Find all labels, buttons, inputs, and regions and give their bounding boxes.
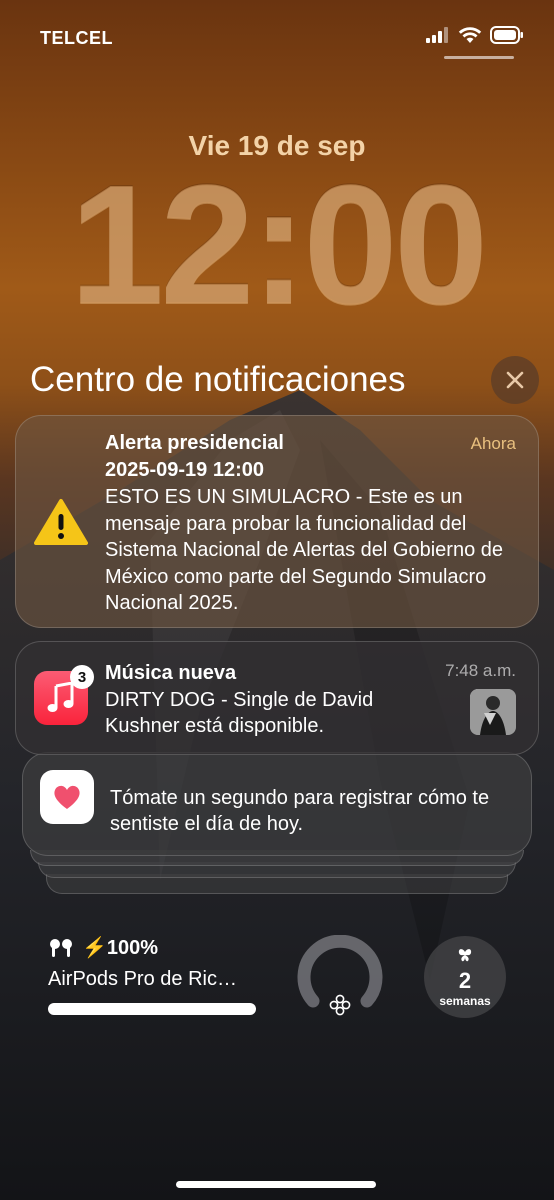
butterfly-icon — [458, 949, 472, 962]
notification-title: Música nueva — [105, 662, 237, 684]
airpods-icon — [50, 938, 72, 957]
mindfulness-icon — [329, 994, 351, 1016]
notification-body: ESTO ES UN SIMULACRO - Este es un mensaj… — [105, 486, 504, 614]
weeks-widget[interactable]: 2 semanas — [424, 936, 506, 1018]
music-note-icon — [47, 682, 74, 712]
status-bar: TELCEL — [0, 0, 554, 70]
health-app-icon — [40, 770, 94, 824]
warning-icon — [34, 499, 88, 545]
close-button[interactable] — [491, 356, 539, 404]
notification-body: Tómate un segundo para registrar cómo te… — [110, 787, 490, 835]
airpods-battery: ⚡100% — [82, 937, 159, 959]
album-art-image — [470, 689, 516, 735]
notification-time: Ahora — [470, 434, 516, 453]
notification-center-title: Centro de notificaciones — [30, 360, 406, 399]
weeks-value: 2 — [458, 968, 472, 993]
control-center-hint[interactable] — [444, 56, 514, 59]
carrier-label: TELCEL — [40, 28, 113, 48]
close-icon — [506, 371, 524, 389]
weeks-label: semanas — [439, 994, 491, 1008]
notification-subtitle: 2025-09-19 12:00 — [105, 459, 265, 481]
airpods-widget[interactable]: ⚡100% AirPods Pro de Ric… — [48, 935, 258, 1015]
airpods-name: AirPods Pro de Ric… — [48, 968, 237, 990]
home-indicator[interactable] — [176, 1181, 376, 1188]
notification-body: DIRTY DOG - Single de David Kushner está… — [105, 689, 374, 737]
heart-icon — [54, 785, 80, 809]
lock-time: 12:00 — [69, 150, 489, 340]
album-art-thumbnail — [470, 689, 516, 735]
notification-count-badge: 3 — [70, 665, 94, 689]
cellular-signal-icon — [426, 27, 448, 43]
airpods-battery-bar — [48, 1003, 256, 1015]
notification-time: 7:48 a.m. — [445, 661, 516, 680]
wifi-icon — [458, 27, 482, 43]
notification-title: Alerta presidencial — [105, 432, 284, 454]
battery-icon — [490, 26, 523, 44]
mindfulness-ring-widget[interactable] — [297, 935, 383, 1021]
